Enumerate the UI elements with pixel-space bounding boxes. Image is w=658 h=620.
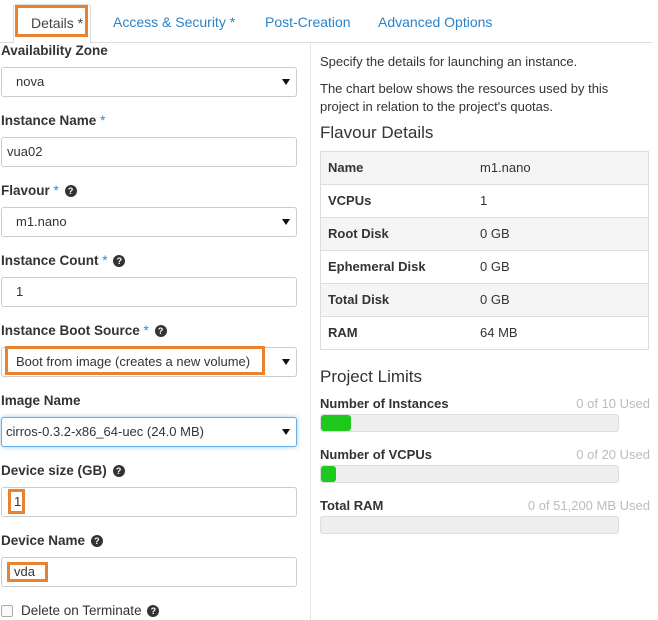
boot-source-highlight xyxy=(5,346,265,375)
help-icon[interactable]: ? xyxy=(154,325,167,337)
instance-name-value: vua02 xyxy=(7,144,43,159)
table-row: VCPUs 1 xyxy=(321,184,648,217)
image-name-label: Image Name xyxy=(1,393,81,408)
chevron-down-icon xyxy=(282,359,290,365)
row-value: m1.nano xyxy=(480,160,531,175)
row-value: 0 GB xyxy=(480,226,510,241)
boot-source-label: Instance Boot Source * ? xyxy=(1,323,167,338)
quota-instances-used: 0 of 10 Used xyxy=(576,396,650,411)
tab-details-highlight xyxy=(15,5,88,37)
flavour-select[interactable]: m1.nano xyxy=(1,207,297,237)
help-icon[interactable]: ? xyxy=(90,535,103,547)
row-value: 64 MB xyxy=(480,325,518,340)
table-row: Ephemeral Disk 0 GB xyxy=(321,250,648,283)
row-key: RAM xyxy=(328,325,358,340)
tab-bar: Details * Access & Security * Post-Creat… xyxy=(0,0,652,44)
project-limits-title: Project Limits xyxy=(320,367,423,386)
help-icon[interactable]: ? xyxy=(64,185,77,197)
tab-advanced-options[interactable]: Advanced Options xyxy=(378,4,492,41)
chevron-down-icon xyxy=(282,429,290,435)
quota-instances-fill xyxy=(321,415,351,431)
table-row: Total Disk 0 GB xyxy=(321,283,648,316)
quota-instances-label: Number of Instances xyxy=(320,396,449,411)
row-key: Name xyxy=(328,160,364,175)
delete-on-terminate-label: Delete on Terminate ? xyxy=(21,603,160,618)
info-text-1: Specify the details for launching an ins… xyxy=(320,54,578,69)
info-text-2b: project in relation to the project's quo… xyxy=(320,99,554,114)
device-size-highlight xyxy=(8,489,25,514)
table-row: Root Disk 0 GB xyxy=(321,217,648,250)
quota-vcpus-label: Number of VCPUs xyxy=(320,447,432,462)
row-value: 0 GB xyxy=(480,259,510,274)
instance-name-input[interactable]: vua02 xyxy=(1,137,297,167)
table-row: Name m1.nano xyxy=(321,152,648,184)
tab-post-creation[interactable]: Post-Creation xyxy=(265,4,351,41)
delete-on-terminate-checkbox[interactable] xyxy=(1,605,13,617)
device-name-label: Device Name ? xyxy=(1,533,103,548)
quota-vcpus-bar xyxy=(320,465,619,483)
row-key: Root Disk xyxy=(328,226,389,241)
flavour-value: m1.nano xyxy=(16,214,67,229)
instance-count-input[interactable]: 1 xyxy=(1,277,297,307)
device-name-highlight xyxy=(7,562,48,582)
availability-zone-value: nova xyxy=(16,74,45,89)
row-value: 0 GB xyxy=(480,292,510,307)
quota-vcpus-used: 0 of 20 Used xyxy=(576,447,650,462)
help-icon[interactable]: ? xyxy=(147,605,160,617)
image-name-value: cirros-0.3.2-x86_64-uec (24.0 MB) xyxy=(6,424,204,439)
image-name-select[interactable]: cirros-0.3.2-x86_64-uec (24.0 MB) xyxy=(1,417,297,447)
help-icon[interactable]: ? xyxy=(113,255,126,267)
quota-instances-bar xyxy=(320,414,619,432)
flavour-label: Flavour * ? xyxy=(1,183,77,198)
row-key: Ephemeral Disk xyxy=(328,259,426,274)
availability-zone-select[interactable]: nova xyxy=(1,67,297,97)
row-value: 1 xyxy=(480,193,488,208)
quota-ram-bar xyxy=(320,516,619,534)
chevron-down-icon xyxy=(282,219,290,225)
instance-name-label: Instance Name * xyxy=(1,113,106,128)
help-icon[interactable]: ? xyxy=(112,465,125,477)
device-size-input[interactable]: 1 xyxy=(1,487,297,517)
availability-zone-label: Availability Zone xyxy=(1,43,108,58)
quota-ram-used: 0 of 51,200 MB Used xyxy=(527,498,650,513)
instance-count-value: 1 xyxy=(16,284,24,299)
flavour-details-title: Flavour Details xyxy=(320,123,434,142)
quota-ram-label: Total RAM xyxy=(320,498,384,513)
quota-vcpus-fill xyxy=(321,466,336,482)
device-size-label: Device size (GB) ? xyxy=(1,463,125,478)
table-row: RAM 64 MB xyxy=(321,316,648,349)
tab-access-security[interactable]: Access & Security * xyxy=(113,4,235,41)
info-text-2a: The chart below shows the resources used… xyxy=(320,81,609,96)
flavour-details-table: Name m1.nano VCPUs 1 Root Disk 0 GB Ephemer… xyxy=(320,151,649,350)
instance-count-label: Instance Count * ? xyxy=(1,253,126,268)
row-key: Total Disk xyxy=(328,292,390,307)
chevron-down-icon xyxy=(282,79,290,85)
row-key: VCPUs xyxy=(328,193,372,208)
